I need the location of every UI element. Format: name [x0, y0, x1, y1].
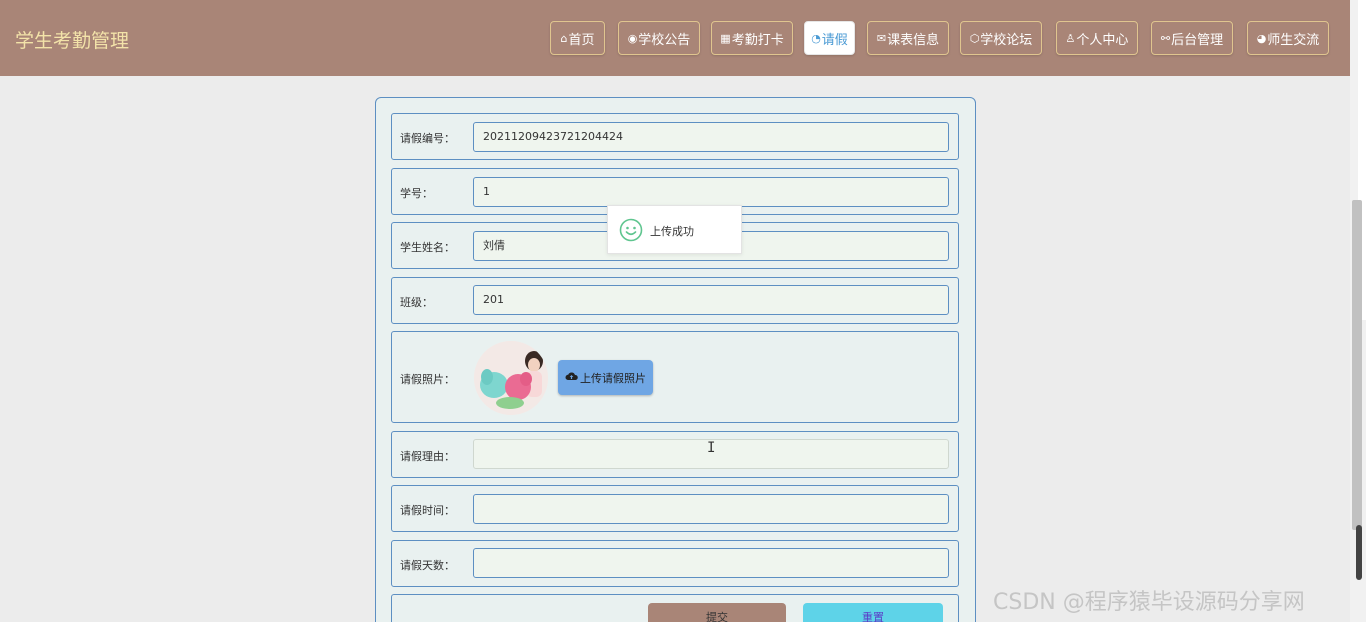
days-label: 请假天数： [400, 559, 455, 572]
class-label: 班级： [400, 296, 433, 309]
days-input[interactable] [473, 548, 949, 578]
smile-icon [619, 218, 643, 246]
qrcode-icon: ▦ [720, 31, 731, 45]
submit-button[interactable]: 提交 [648, 603, 786, 622]
class-input[interactable]: 201 [473, 285, 949, 315]
nav-announcements[interactable]: ◉ 学校公告 [618, 21, 700, 55]
student-no-label: 学号： [400, 187, 433, 200]
nav-schedule[interactable]: ✉ 课表信息 [867, 21, 949, 55]
watermark: CSDN @程序猿毕设源码分享网 [993, 590, 1305, 615]
nav-leave[interactable]: ◔ 请假 [804, 21, 855, 55]
nav-attendance[interactable]: ▦ 考勤打卡 [711, 21, 793, 55]
text-cursor-icon: I [707, 440, 716, 456]
cube-icon: ⬡ [969, 31, 980, 45]
time-input[interactable] [473, 494, 949, 524]
student-name-label: 学生姓名： [400, 241, 455, 254]
row-class: 班级： 201 [391, 277, 959, 324]
leave-no-label: 请假编号： [400, 132, 455, 145]
nav-admin[interactable]: ⚯ 后台管理 [1151, 21, 1233, 55]
scrollbar-thumb[interactable] [1352, 200, 1362, 530]
mail-icon: ✉ [876, 31, 887, 45]
link-icon: ⚯ [1160, 31, 1171, 45]
row-leave-no: 请假编号： 20211209423721204424 [391, 113, 959, 160]
leave-no-input[interactable]: 20211209423721204424 [473, 122, 949, 152]
reason-label: 请假理由： [400, 450, 455, 463]
nav-personal-center[interactable]: ♙ 个人中心 [1056, 21, 1138, 55]
leave-photo-preview [474, 341, 548, 415]
time-label: 请假时间： [400, 504, 455, 517]
student-no-input[interactable]: 1 [473, 177, 949, 207]
photo-label: 请假照片： [400, 373, 455, 386]
reset-button[interactable]: 重置 [803, 603, 943, 622]
toast-message: 上传成功 [650, 225, 694, 238]
row-time: 请假时间： [391, 485, 959, 532]
home-icon: ⌂ [560, 31, 568, 45]
row-reason: 请假理由： [391, 431, 959, 478]
upload-success-toast: 上传成功 [607, 205, 742, 254]
scrollbar-thumb-active[interactable] [1356, 525, 1362, 580]
upload-photo-button[interactable]: 上传请假照片 [558, 360, 653, 395]
user-icon: ♙ [1065, 31, 1076, 45]
nav-forum[interactable]: ⬡ 学校论坛 [960, 21, 1042, 55]
nav-home[interactable]: ⌂ 首页 [550, 21, 605, 55]
row-days: 请假天数： [391, 540, 959, 587]
dashboard-icon: ◔ [811, 31, 821, 45]
cloud-upload-icon [565, 371, 578, 384]
chat-icon: ◕ [1256, 31, 1267, 45]
globe-icon: ◉ [627, 31, 638, 45]
nav-communication[interactable]: ◕ 师生交流 [1247, 21, 1329, 55]
site-title: 学生考勤管理 [15, 30, 130, 52]
